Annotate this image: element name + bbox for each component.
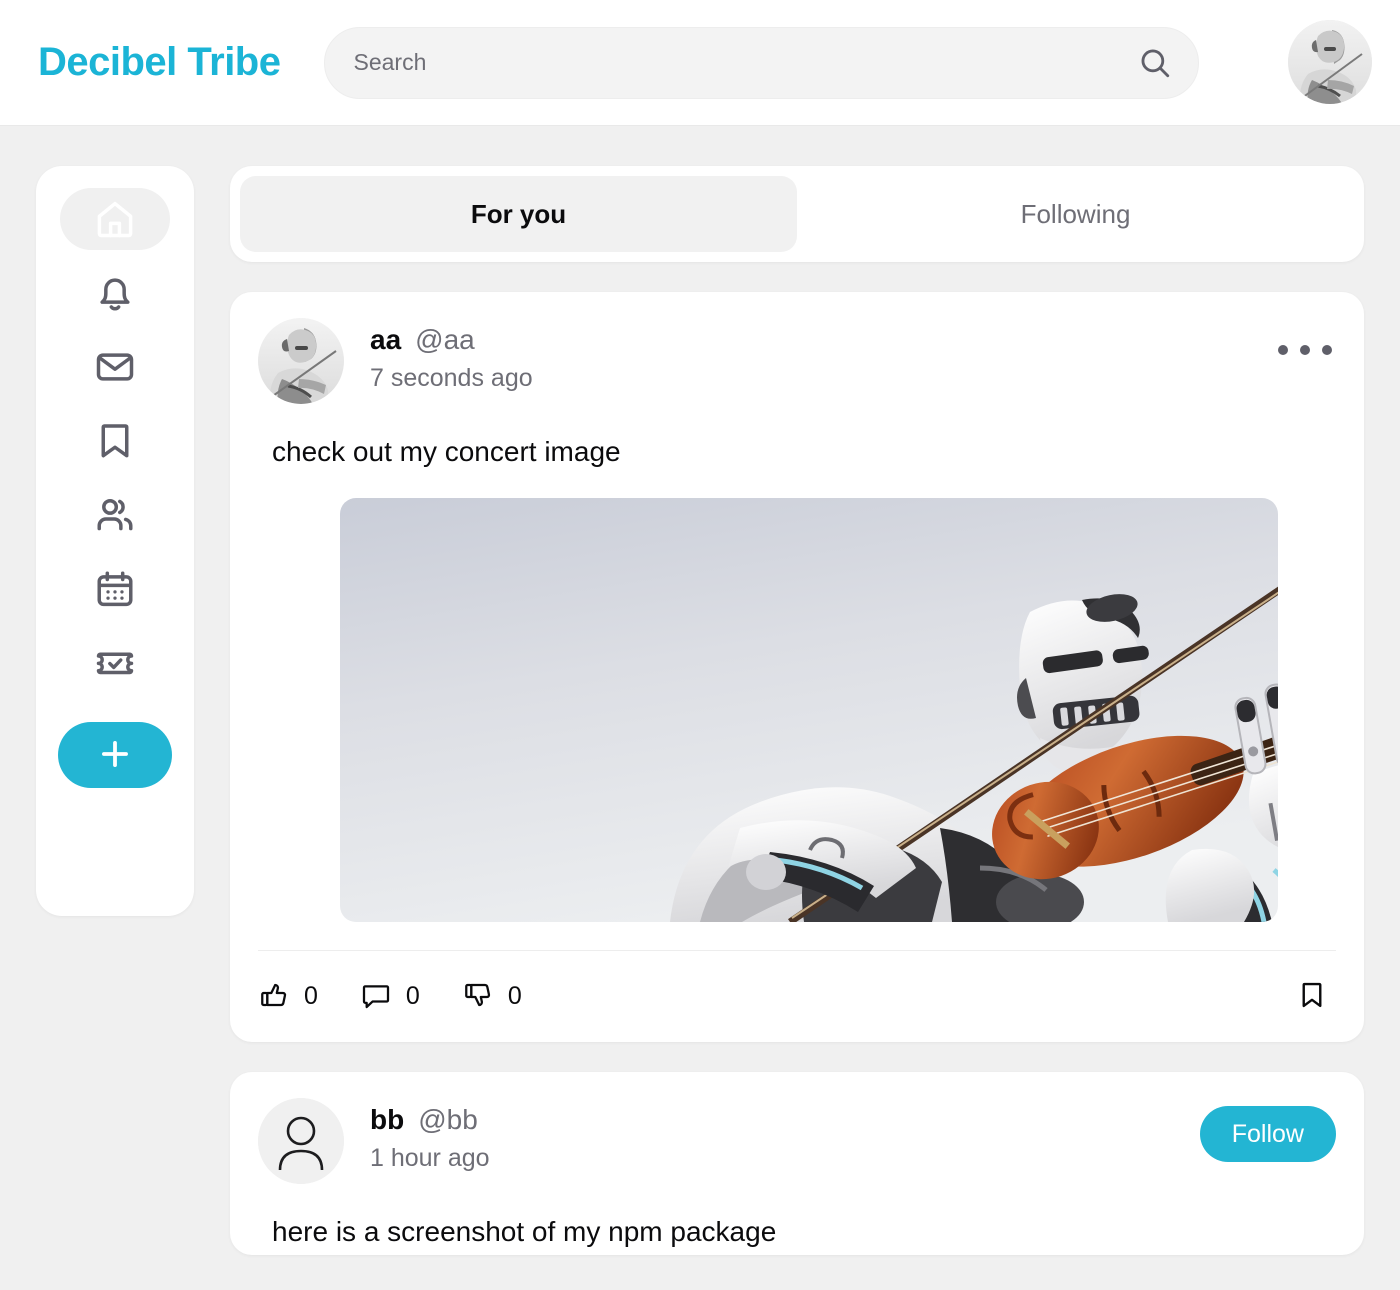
post-timestamp: 7 seconds ago [370,364,533,392]
post-display-name: aa [370,324,402,355]
envelope-icon [93,345,137,389]
ticket-check-icon [93,641,137,685]
ellipsis-icon [1322,345,1332,355]
dislike-button[interactable]: 0 [462,979,522,1014]
bookmark-icon [1296,979,1328,1014]
sidebar-item-events[interactable] [60,558,170,620]
home-icon [93,197,137,241]
dislike-count: 0 [507,982,522,1011]
post-author-row: aa @aa [370,324,533,356]
thumbs-up-icon [258,979,290,1014]
tab-following[interactable]: Following [797,176,1354,252]
post-more-options-button[interactable] [1278,332,1332,368]
post-header: bb @bb 1 hour ago Follow [258,1098,1336,1190]
post-handle: @bb [418,1104,478,1136]
calendar-icon [93,567,137,611]
compose-post-button[interactable] [58,722,172,788]
comment-count: 0 [405,982,420,1011]
post-handle: @aa [415,324,475,355]
follow-button[interactable]: Follow [1199,1106,1336,1163]
sidebar-item-communities[interactable] [60,484,170,546]
post-author-meta: aa @aa 7 seconds ago [370,318,533,393]
avatar[interactable] [258,318,344,404]
like-button[interactable]: 0 [258,979,318,1014]
save-post-button[interactable] [1296,979,1328,1014]
thumbs-down-icon [462,979,494,1014]
like-count: 0 [304,982,318,1011]
post-actions: 0 0 0 [258,950,1336,1042]
post-image[interactable] [340,498,1278,923]
post-author-meta: bb @bb 1 hour ago [370,1098,490,1173]
ellipsis-icon [1278,345,1288,355]
users-icon [93,493,137,537]
main-layout: For you Following aa @aa 7 seconds ago c… [0,126,1400,1290]
post-header: aa @aa 7 seconds ago [258,318,1336,410]
post-display-name: bb [370,1104,405,1136]
avatar[interactable] [258,1098,344,1185]
sidebar-item-tickets[interactable] [60,632,170,694]
bookmark-icon [93,419,137,463]
user-avatar[interactable] [1288,20,1372,104]
post-text: here is a screenshot of my npm package [272,1216,777,1248]
sidebar-item-messages[interactable] [60,336,170,398]
app-brand-title: Decibel Tribe [38,40,281,84]
post-card: aa @aa 7 seconds ago check out my concer… [230,292,1364,1043]
search-box[interactable] [324,26,1200,99]
search-input[interactable] [325,27,1199,98]
feed-tabs: For you Following [230,166,1364,262]
sidebar-item-bookmarks[interactable] [60,410,170,472]
post-timestamp: 1 hour ago [370,1144,490,1173]
feed-column: For you Following aa @aa 7 seconds ago c… [230,166,1364,1290]
ellipsis-icon [1300,345,1310,355]
app-header: Decibel Tribe [0,0,1400,126]
comment-button[interactable]: 0 [360,979,420,1014]
post-author-row: bb @bb [370,1104,490,1136]
post-text: check out my concert image [272,436,621,467]
plus-icon [96,735,134,776]
sidebar-item-notifications[interactable] [60,262,170,324]
post-card: bb @bb 1 hour ago Follow here is a scree… [230,1072,1364,1255]
sidebar-nav [36,166,194,916]
comment-icon [360,979,392,1014]
sidebar-item-home[interactable] [60,188,170,250]
bell-icon [93,271,137,315]
tab-for-you[interactable]: For you [240,176,797,252]
